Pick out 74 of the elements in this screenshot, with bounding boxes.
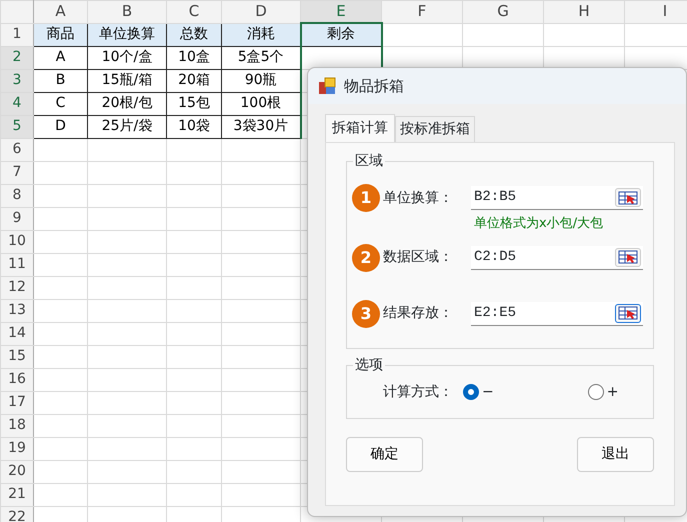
row-header[interactable]: 13 (0, 299, 34, 322)
row-header[interactable]: 8 (0, 184, 34, 207)
row-header[interactable]: 5 (0, 115, 34, 138)
table-cell: D (34, 115, 88, 138)
table-cell: 20箱 (166, 69, 222, 92)
table-cell: 15包 (166, 92, 222, 115)
row-header[interactable]: 10 (0, 230, 34, 253)
row-header[interactable]: 6 (0, 138, 34, 161)
tab[interactable]: 拆箱计算 (325, 114, 395, 142)
column-header[interactable]: G (462, 0, 544, 23)
row-header[interactable]: 9 (0, 207, 34, 230)
number-badge: 1 (352, 184, 380, 212)
table-cell: 20根/包 (88, 92, 166, 115)
window-title: 物品拆箱 (344, 76, 404, 97)
input-field[interactable]: E2:E5 (471, 302, 643, 326)
column-header[interactable]: D (222, 0, 300, 23)
corner-cell[interactable] (0, 0, 34, 23)
table-cell: 10袋 (166, 115, 222, 138)
column-header[interactable]: E (300, 0, 382, 23)
row-header[interactable]: 18 (0, 414, 34, 437)
column-header[interactable]: I (624, 0, 687, 23)
grid-pointer-icon (618, 250, 638, 264)
number-badge: 2 (352, 244, 380, 272)
row-header[interactable]: 1 (0, 23, 34, 46)
field-label: 结果存放： (383, 304, 454, 323)
row-header[interactable]: 17 (0, 391, 34, 414)
input-field[interactable]: C2:D5 (471, 246, 643, 270)
dialog-button[interactable]: 确定 (346, 437, 423, 472)
row-header[interactable]: 7 (0, 161, 34, 184)
number-badge: 3 (352, 300, 380, 328)
row-header[interactable]: 20 (0, 460, 34, 483)
table-cell: 10个/盒 (88, 46, 166, 69)
tab[interactable]: 按标准拆箱 (395, 116, 475, 142)
row-header[interactable]: 16 (0, 368, 34, 391)
column-header[interactable]: A (34, 0, 88, 23)
field-label: 数据区域： (383, 248, 454, 267)
radio-option[interactable]: + (588, 382, 618, 402)
table-cell: 15瓶/箱 (88, 69, 166, 92)
column-header[interactable]: F (382, 0, 462, 23)
row-header[interactable]: 19 (0, 437, 34, 460)
table-cell: 商品 (34, 23, 88, 46)
table-cell: 剩余 (300, 23, 382, 46)
field-label: 单位换算： (383, 188, 454, 208)
field-label: 计算方式： (383, 382, 453, 402)
grid-pointer-icon (618, 190, 638, 204)
row-header[interactable]: 14 (0, 322, 34, 345)
row-header[interactable]: 15 (0, 345, 34, 368)
hint-text: 单位格式为x小包/大包 (474, 215, 604, 233)
range-picker-button[interactable] (615, 304, 641, 322)
column-header[interactable]: B (88, 0, 166, 23)
dialog-button[interactable]: 退出 (577, 437, 654, 472)
row-header[interactable]: 12 (0, 276, 34, 299)
column-header[interactable]: C (166, 0, 222, 23)
row-header[interactable]: 21 (0, 483, 34, 506)
grid-pointer-icon (618, 306, 638, 320)
row-header[interactable]: 11 (0, 253, 34, 276)
table-cell: B (34, 69, 88, 92)
row-header[interactable]: 3 (0, 69, 34, 92)
table-cell: 消耗 (222, 23, 300, 46)
row-header[interactable]: 22 (0, 506, 34, 522)
table-cell: C (34, 92, 88, 115)
row-header[interactable]: 4 (0, 92, 34, 115)
radio-option[interactable]: − (463, 382, 494, 402)
range-picker-button[interactable] (615, 248, 641, 266)
app-icon (318, 77, 336, 95)
column-header[interactable]: H (544, 0, 624, 23)
table-cell: 25片/袋 (88, 115, 166, 138)
table-cell: 10盒 (166, 46, 222, 69)
table-cell: A (34, 46, 88, 69)
input-field[interactable]: B2:B5 (471, 186, 643, 210)
row-header[interactable]: 2 (0, 46, 34, 69)
table-cell: 总数 (166, 23, 222, 46)
table-cell: 单位换算 (88, 23, 166, 46)
range-picker-button[interactable] (615, 188, 641, 207)
